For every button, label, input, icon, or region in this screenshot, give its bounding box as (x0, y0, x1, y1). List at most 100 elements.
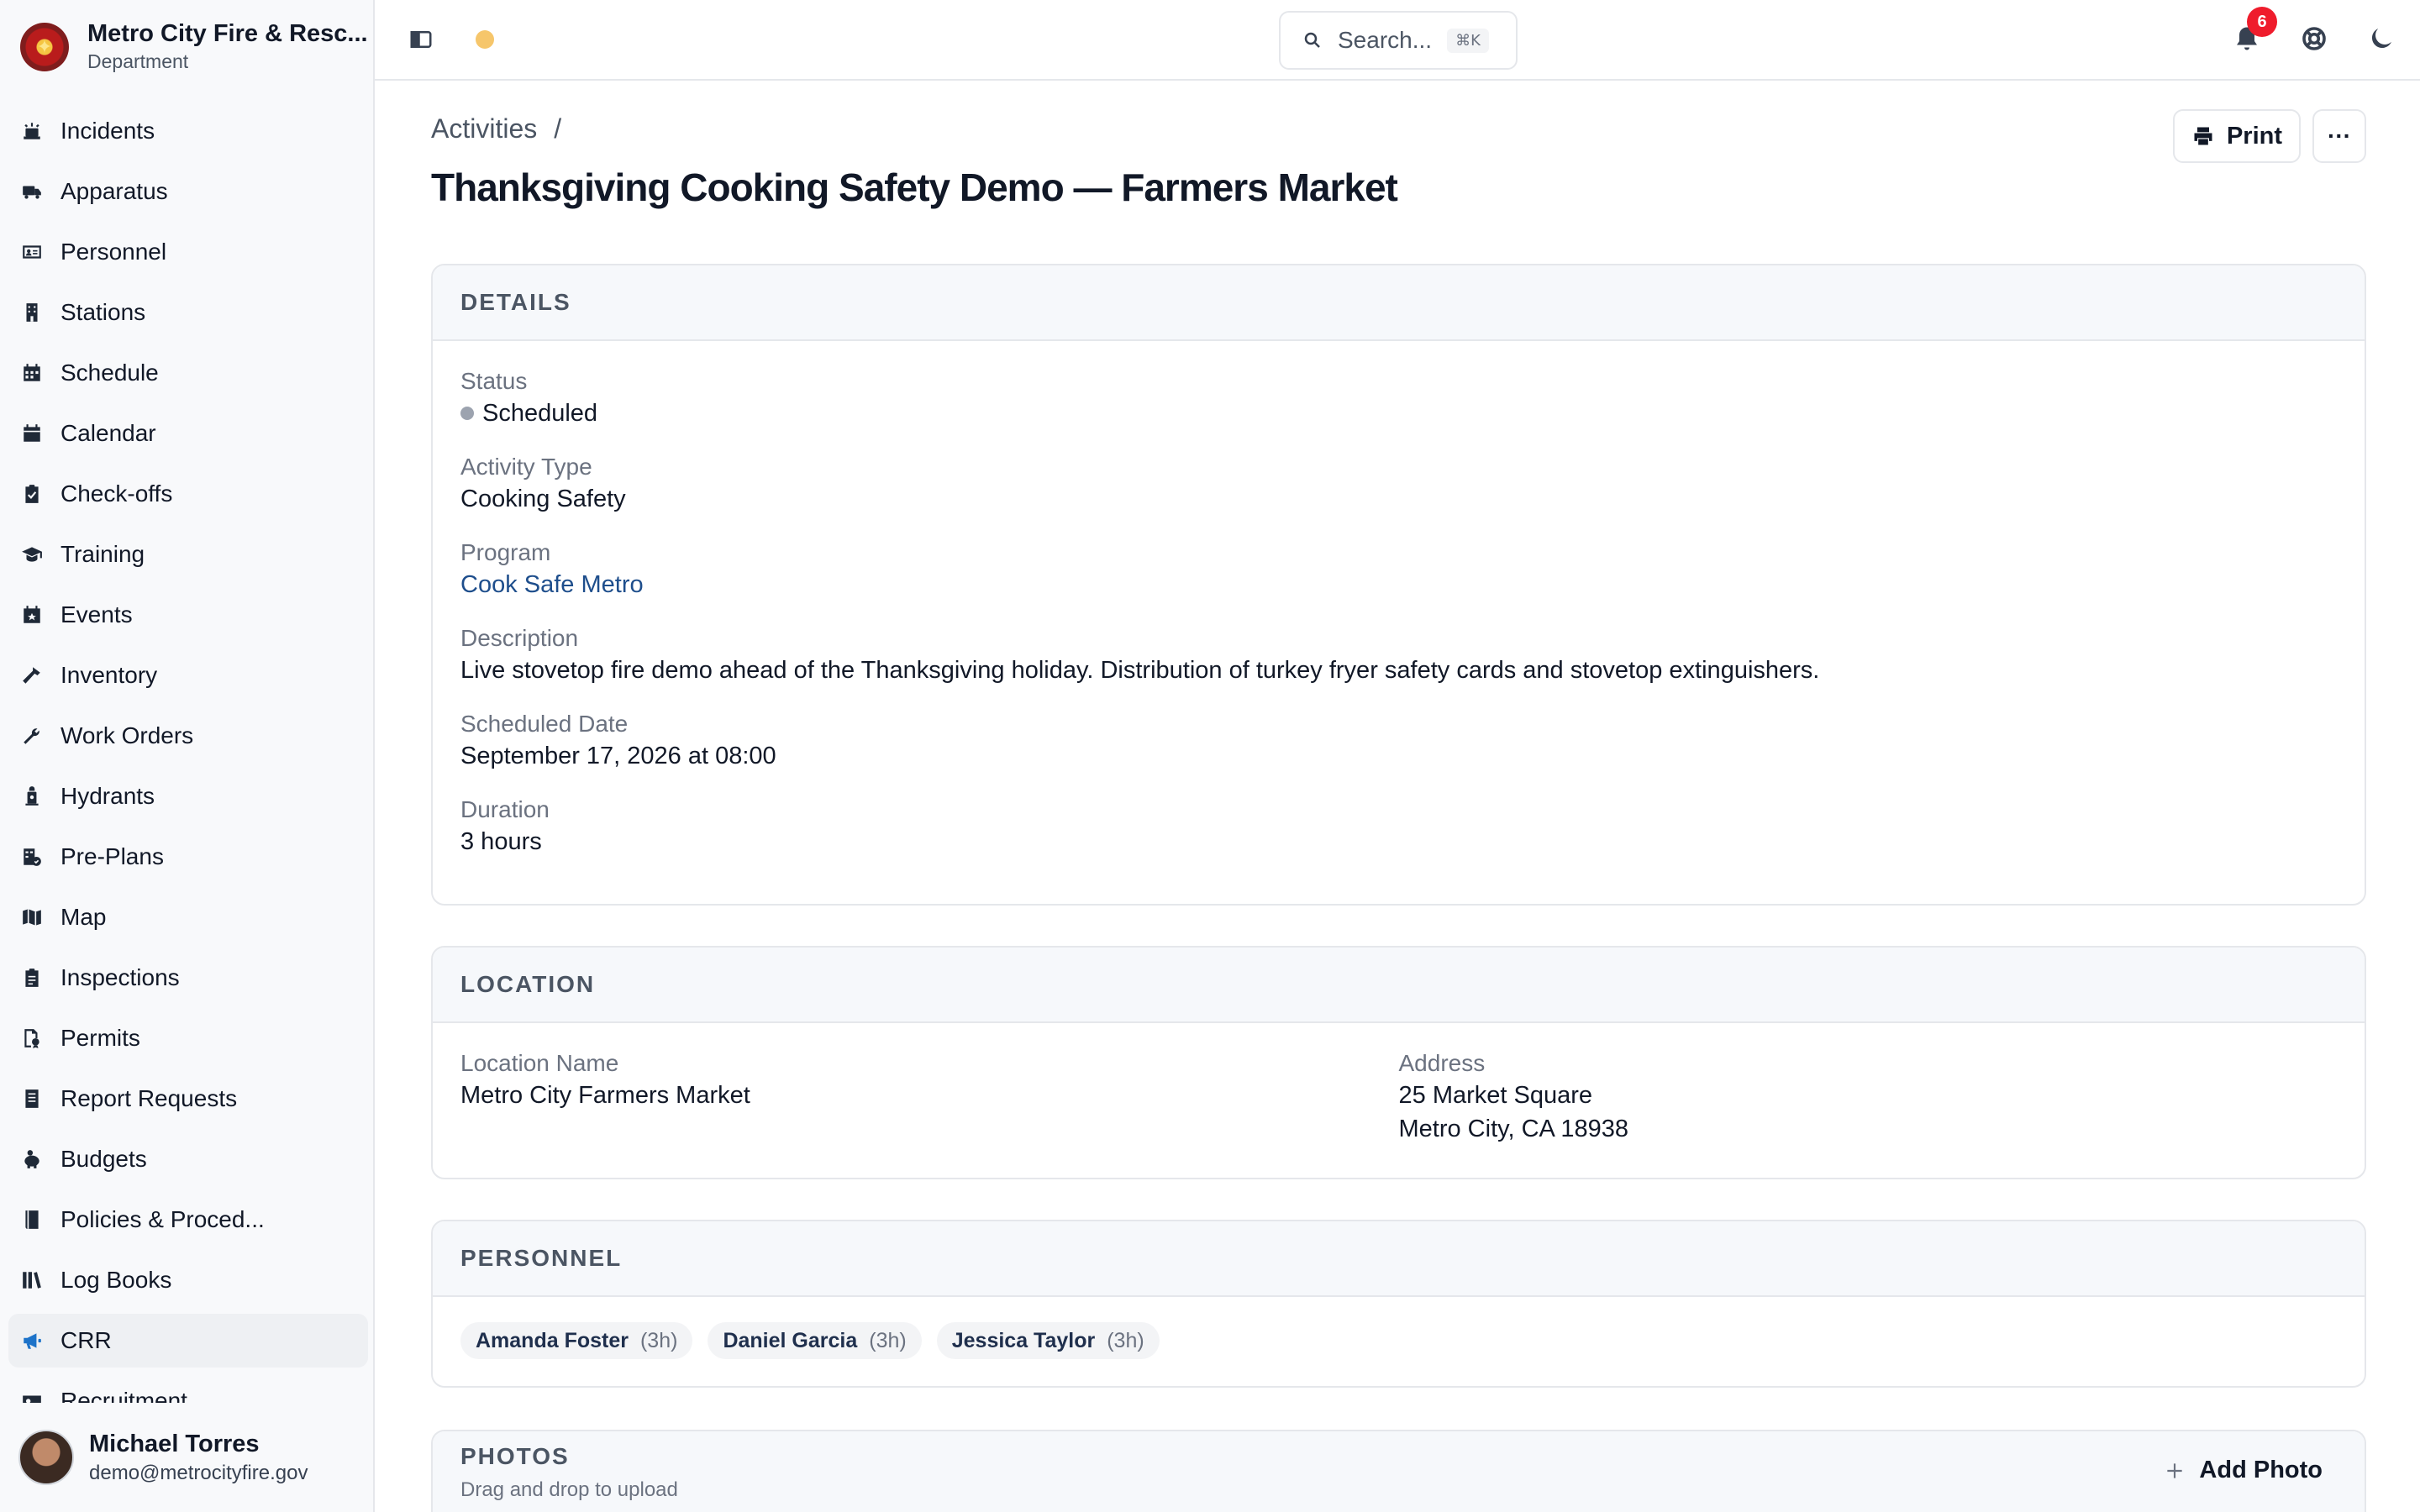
sidebar-item-crr[interactable]: CRR (8, 1314, 368, 1368)
recruit-icon (20, 1389, 44, 1403)
photos-header: PHOTOS Drag and drop to upload Add Photo (433, 1431, 2365, 1512)
notifications-button[interactable]: 6 (2232, 7, 2277, 54)
personnel-name: Amanda Foster (476, 1328, 629, 1352)
sidebar-item-apparatus[interactable]: Apparatus (8, 165, 368, 218)
sidebar-item-map[interactable]: Map (8, 890, 368, 944)
sidebar-item-training[interactable]: Training (8, 528, 368, 581)
theme-toggle-button[interactable] (2366, 24, 2396, 54)
sidebar-item-label: Calendar (60, 420, 156, 446)
sidebar-item-permits[interactable]: Permits (8, 1011, 368, 1065)
sidebar-item-log-books[interactable]: Log Books (8, 1253, 368, 1307)
status-dot (460, 407, 474, 420)
photos-card: PHOTOS Drag and drop to upload Add Photo (431, 1430, 2366, 1512)
sidebar-item-label: Inspections (60, 964, 180, 990)
help-button[interactable] (2299, 24, 2329, 54)
sidebar-item-label: Inventory (60, 662, 158, 688)
sidebar-item-label: Incidents (60, 118, 155, 144)
sidebar-item-label: Policies & Proced... (60, 1206, 265, 1232)
duration-value: 3 hours (460, 828, 542, 855)
sidebar-nav: Incidents Apparatus Personnel Stations S… (8, 104, 368, 1403)
sidebar-item-label: Pre-Plans (60, 843, 164, 869)
incident-icon (20, 119, 44, 143)
program-link[interactable]: Cook Safe Metro (460, 568, 2337, 601)
description-label: Description (460, 625, 579, 651)
address-line-1: 25 Market Square (1398, 1082, 1593, 1109)
duration-field: Duration 3 hours (460, 795, 2337, 858)
add-photo-button[interactable]: Add Photo (2164, 1457, 2323, 1484)
personnel-chip[interactable]: Jessica Taylor (3h) (936, 1322, 1160, 1359)
plus-icon (2167, 1462, 2183, 1478)
personnel-list: Amanda Foster (3h) Daniel Garcia (3h) Je… (433, 1297, 2365, 1384)
megaphone-icon (20, 1329, 44, 1352)
scheduled-date-value: September 17, 2026 at 08:00 (460, 743, 776, 769)
sidebar-item-label: Budgets (60, 1146, 147, 1172)
sidebar-item-label: Hydrants (60, 783, 155, 809)
print-button[interactable]: Print (2173, 109, 2301, 163)
clipboard-icon (20, 966, 44, 990)
sidebar-item-policies[interactable]: Policies & Proced... (8, 1193, 368, 1247)
sidebar-item-personnel[interactable]: Personnel (8, 225, 368, 279)
calendar-star-icon (20, 603, 44, 627)
address-field: Address 25 Market Square Metro City, CA … (1399, 1048, 2338, 1146)
sidebar-item-calendar[interactable]: Calendar (8, 407, 368, 460)
status-badge: Scheduled (482, 400, 598, 427)
sidebar-item-label: CRR (60, 1327, 112, 1353)
sidebar-item-check-offs[interactable]: Check-offs (8, 467, 368, 521)
sidebar-item-incidents[interactable]: Incidents (8, 104, 368, 158)
details-card: DETAILS Status Scheduled Activity Type C… (431, 264, 2366, 906)
personnel-name: Jessica Taylor (951, 1328, 1096, 1352)
fire-department-logo: ✦ (20, 22, 69, 71)
duration-label: Duration (460, 796, 550, 822)
activity-type-field: Activity Type Cooking Safety (460, 452, 2337, 516)
sidebar-item-budgets[interactable]: Budgets (8, 1132, 368, 1186)
user-profile[interactable]: Michael Torres demo@metrocityfire.gov (18, 1430, 308, 1485)
sidebar-item-events[interactable]: Events (8, 588, 368, 642)
sidebar-item-inventory[interactable]: Inventory (8, 648, 368, 702)
sidebar-item-schedule[interactable]: Schedule (8, 346, 368, 400)
sidebar-item-label: Events (60, 601, 133, 627)
sidebar-item-report-requests[interactable]: Report Requests (8, 1072, 368, 1126)
breadcrumb: Activities / (431, 113, 561, 144)
personnel-chip[interactable]: Daniel Garcia (3h) (708, 1322, 922, 1359)
piggy-bank-icon (20, 1147, 44, 1171)
sidebar-item-inspections[interactable]: Inspections (8, 951, 368, 1005)
location-card: LOCATION Location Name Metro City Farmer… (431, 946, 2366, 1179)
address-label: Address (1398, 1050, 1486, 1076)
more-options-button[interactable]: ··· (2312, 109, 2366, 163)
map-icon (20, 906, 44, 929)
avatar (18, 1430, 74, 1485)
breadcrumb-activities-link[interactable]: Activities (431, 113, 537, 144)
permit-icon (20, 1026, 44, 1050)
id-card-icon (20, 240, 44, 264)
sidebar-item-label: Work Orders (60, 722, 194, 748)
personnel-chip[interactable]: Amanda Foster (3h) (460, 1322, 693, 1359)
sidebar-item-pre-plans[interactable]: Pre-Plans (8, 830, 368, 884)
program-field: Program Cook Safe Metro (460, 538, 2337, 601)
sidebar-toggle-icon[interactable] (408, 27, 434, 52)
book-icon (20, 1208, 44, 1231)
breadcrumb-separator: / (554, 113, 562, 144)
print-label: Print (2226, 122, 2283, 150)
status-label: Status (460, 368, 528, 394)
sidebar-item-stations[interactable]: Stations (8, 286, 368, 339)
address-line-2: Metro City, CA 18938 (1398, 1116, 1628, 1142)
search-placeholder: Search... (1338, 27, 1433, 53)
sidebar-item-hydrants[interactable]: Hydrants (8, 769, 368, 823)
search-input[interactable]: Search... ⌘K (1279, 11, 1518, 70)
location-name-label: Location Name (460, 1050, 619, 1076)
wrench-icon (20, 724, 44, 748)
personnel-heading: PERSONNEL (433, 1221, 2365, 1297)
sidebar-item-recruitment[interactable]: Recruitment (8, 1374, 368, 1403)
personnel-hours: (3h) (639, 1328, 678, 1352)
sidebar-item-label: Recruitment (60, 1388, 187, 1403)
sidebar-item-label: Stations (60, 299, 146, 325)
notification-badge: 6 (2247, 7, 2277, 37)
personnel-name: Daniel Garcia (723, 1328, 858, 1352)
location-name-value: Metro City Farmers Market (460, 1082, 750, 1109)
hydrant-icon (20, 785, 44, 808)
sidebar-item-work-orders[interactable]: Work Orders (8, 709, 368, 763)
lifebuoy-icon (2302, 27, 2326, 50)
add-photo-label: Add Photo (2199, 1457, 2323, 1483)
books-icon (20, 1268, 44, 1292)
org-header[interactable]: ✦ Metro City Fire & Resc... Department (20, 20, 368, 73)
